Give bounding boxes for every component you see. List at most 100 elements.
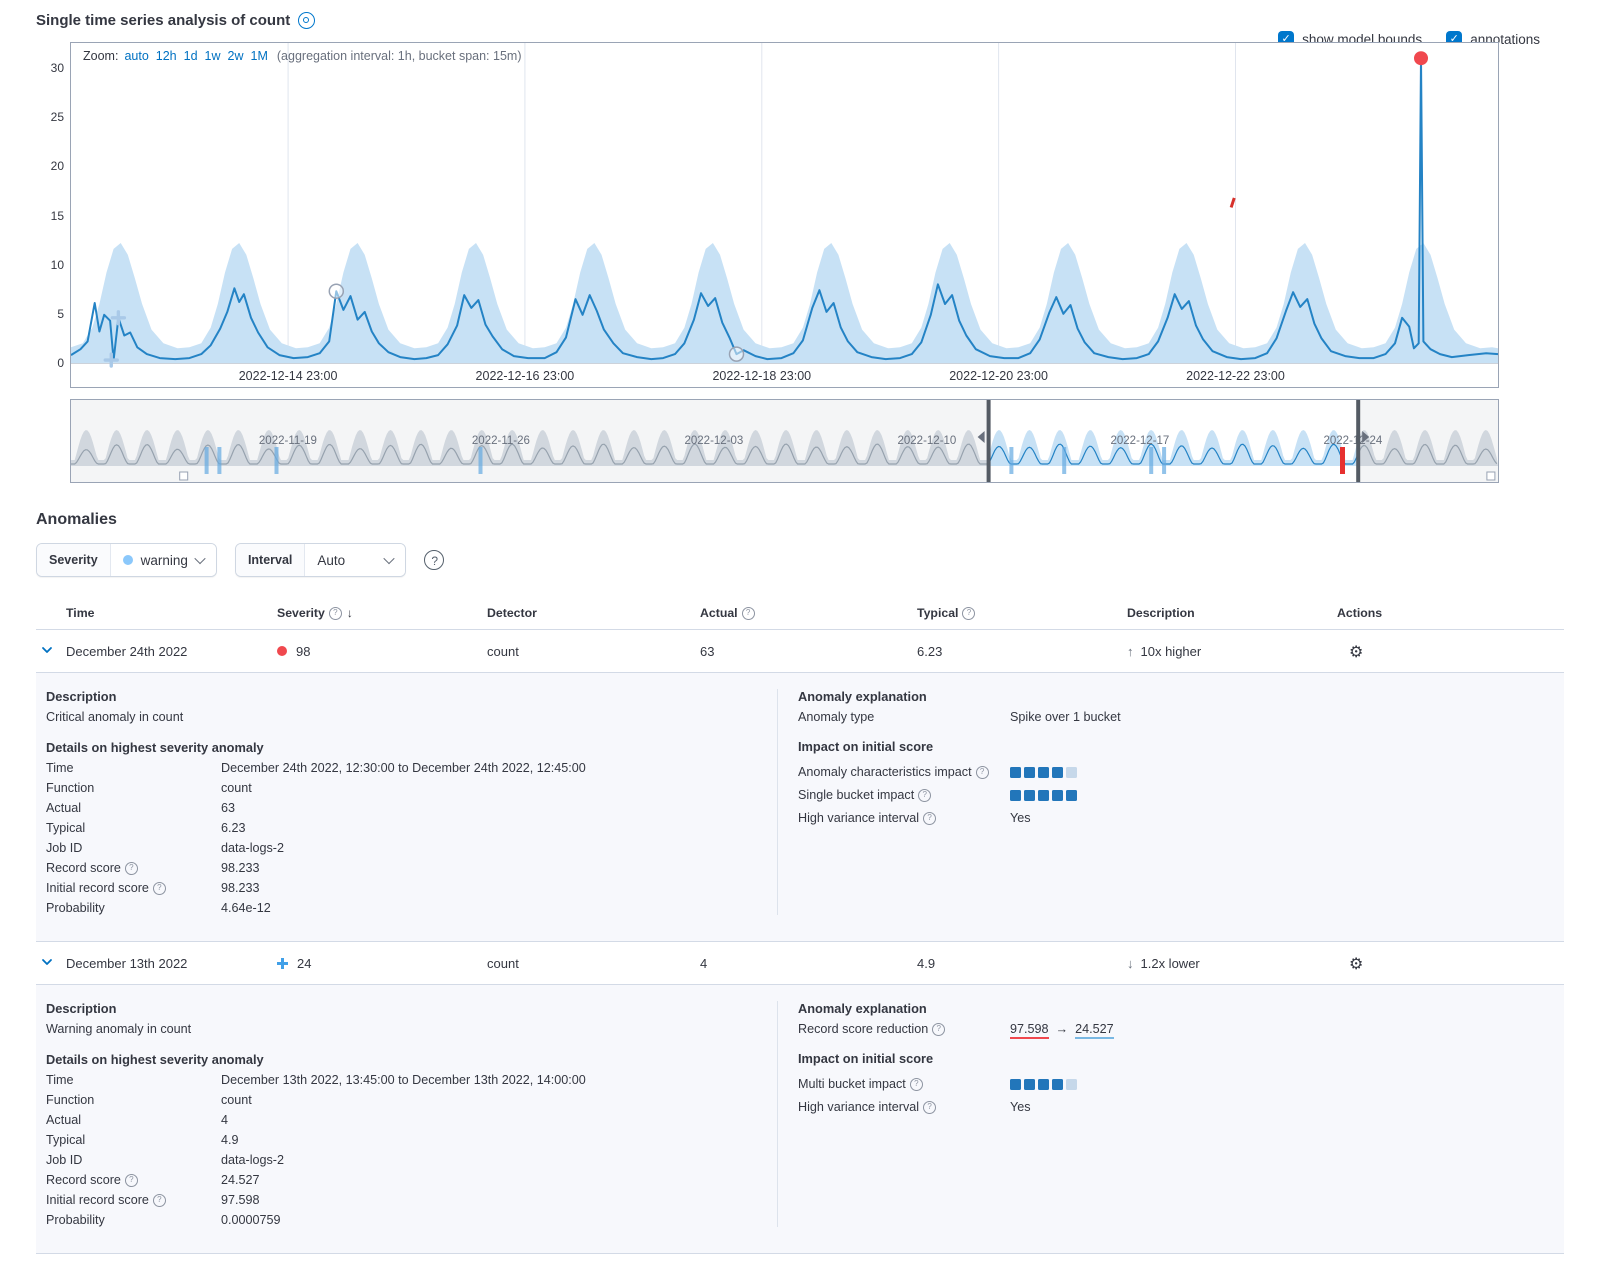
annotation-circle-marker[interactable] — [329, 284, 343, 298]
col-description: Description — [1127, 606, 1337, 620]
detail-label: Typical — [46, 821, 221, 835]
page-title: Single time series analysis of count — [36, 12, 290, 29]
help-icon[interactable]: ? — [932, 1023, 945, 1036]
anomalies-heading: Anomalies — [36, 511, 1564, 529]
help-icon[interactable]: ? — [125, 1174, 138, 1187]
severity-selected-value: warning — [141, 553, 188, 568]
detector-cell: count — [487, 644, 700, 659]
detail-label: Actual — [46, 801, 221, 815]
y-axis-tick-label: 30 — [36, 61, 64, 75]
context-navigator-svg[interactable]: 2022-11-192022-11-262022-12-032022-12-10… — [71, 400, 1498, 482]
help-icon[interactable]: ? — [153, 1194, 166, 1207]
detail-value: 0.0000759 — [221, 1213, 777, 1227]
help-icon[interactable]: ? — [918, 789, 931, 802]
context-date-label: 2022-11-19 — [259, 435, 317, 447]
context-warning-tick — [275, 447, 279, 474]
row-actions-gear-button[interactable]: ⚙ — [1349, 954, 1363, 973]
zoom-auto-link[interactable]: auto — [124, 49, 148, 63]
detail-value: 4 — [221, 1113, 777, 1127]
actions-cell: ⚙ — [1337, 954, 1564, 973]
panel-description-text: Critical anomaly in count — [46, 710, 777, 724]
nav-resize-handle[interactable] — [1487, 472, 1495, 480]
impact-square — [1052, 767, 1063, 778]
zoom-1d-link[interactable]: 1d — [184, 49, 198, 63]
help-icon[interactable]: ? — [742, 607, 755, 620]
anomaly-filters: Severity warning Interval Auto ? — [36, 543, 1564, 577]
zoom-1M-link[interactable]: 1M — [251, 49, 268, 63]
row-actions-gear-button[interactable]: ⚙ — [1349, 642, 1363, 661]
detail-label: Job ID — [46, 1153, 221, 1167]
x-axis-tick-label: 2022-12-14 23:00 — [239, 369, 338, 383]
impact-squares — [1010, 788, 1564, 802]
context-navigator[interactable]: 2022-11-192022-11-262022-12-032022-12-10… — [70, 399, 1499, 483]
anomaly-time: December 13th 2022 — [66, 956, 277, 971]
context-warning-tick — [217, 447, 221, 474]
collapse-row-button[interactable] — [36, 952, 58, 974]
help-icon[interactable]: ? — [910, 1078, 923, 1091]
zoom-controls: Zoom: auto12h1d1w2w1M (aggregation inter… — [83, 49, 521, 63]
col-severity: Severity?↓ — [277, 606, 487, 620]
severity-filter-group: Severity warning — [36, 543, 217, 577]
help-icon[interactable]: ? — [962, 607, 975, 620]
explanation-value: Yes — [1010, 1100, 1564, 1114]
zoom-12h-link[interactable]: 12h — [156, 49, 177, 63]
anomaly-explanation-title: Anomaly explanation — [798, 1001, 1564, 1016]
interval-filter-group: Interval Auto — [235, 543, 406, 577]
detail-label: Time — [46, 761, 221, 775]
impact-square — [1038, 1079, 1049, 1090]
impact-square — [1038, 790, 1049, 801]
detail-label: Job ID — [46, 841, 221, 855]
interval-help-icon[interactable]: ? — [424, 550, 444, 570]
impact-square — [1024, 767, 1035, 778]
actual-cell: 4 — [700, 956, 917, 971]
brush-handle-right[interactable] — [1356, 400, 1360, 482]
critical-anomaly-dot[interactable] — [1414, 51, 1428, 65]
help-icon[interactable]: ? — [125, 862, 138, 875]
col-actual: Actual? — [700, 606, 917, 620]
annotation-circle-marker[interactable] — [730, 347, 744, 361]
explanation-value: Yes — [1010, 811, 1564, 825]
detail-value: 98.233 — [221, 861, 777, 875]
detail-label: Actual — [46, 1113, 221, 1127]
main-chart[interactable]: Zoom: auto12h1d1w2w1M (aggregation inter… — [70, 42, 1499, 388]
severity-cell: 24 — [277, 956, 487, 971]
interval-selected-value: Auto — [317, 553, 345, 568]
zoom-2w-link[interactable]: 2w — [228, 49, 244, 63]
severity-select[interactable]: warning — [111, 544, 216, 576]
typical-cell: 6.23 — [917, 644, 1127, 659]
detail-label: Initial record score? — [46, 881, 221, 895]
anomaly-details-panel: DescriptionCritical anomaly in countDeta… — [36, 673, 1564, 942]
context-warning-tick — [479, 447, 483, 474]
actions-cell: ⚙ — [1337, 642, 1564, 661]
ml-info-icon[interactable] — [298, 12, 315, 29]
x-axis-tick-label: 2022-12-22 23:00 — [1186, 369, 1285, 383]
collapse-row-button[interactable] — [36, 640, 58, 662]
brush-handle-left[interactable] — [987, 400, 991, 482]
typical-cell: 4.9 — [917, 956, 1127, 971]
y-axis-tick-label: 25 — [36, 110, 64, 124]
help-icon[interactable]: ? — [923, 1101, 936, 1114]
page-header: Single time series analysis of count — [0, 0, 1600, 29]
nav-resize-handle[interactable] — [180, 472, 188, 480]
context-date-label: 2022-12-17 — [1110, 435, 1169, 447]
impact-square — [1052, 1079, 1063, 1090]
multi-bucket-anomaly-marker[interactable] — [1230, 197, 1236, 207]
panel-description-title: Description — [46, 1001, 777, 1016]
zoom-1w-link[interactable]: 1w — [205, 49, 221, 63]
impact-square — [1066, 790, 1077, 801]
y-axis-tick-label: 5 — [36, 307, 64, 321]
model-bounds-band — [71, 243, 1498, 363]
help-icon[interactable]: ? — [329, 607, 342, 620]
impact-square — [1052, 790, 1063, 801]
explanation-row: Anomaly characteristics impact? — [798, 765, 1564, 779]
description-cell: ↓1.2x lower — [1127, 956, 1337, 971]
help-icon[interactable]: ? — [976, 766, 989, 779]
interval-select[interactable]: Auto — [305, 544, 405, 576]
sort-desc-icon[interactable]: ↓ — [347, 606, 353, 620]
help-icon[interactable]: ? — [153, 882, 166, 895]
detail-label: Record score? — [46, 861, 221, 875]
panel-description-text: Warning anomaly in count — [46, 1022, 777, 1036]
col-typical: Typical? — [917, 606, 1127, 620]
main-chart-svg[interactable]: 2022-12-14 23:002022-12-16 23:002022-12-… — [71, 43, 1498, 387]
help-icon[interactable]: ? — [923, 812, 936, 825]
